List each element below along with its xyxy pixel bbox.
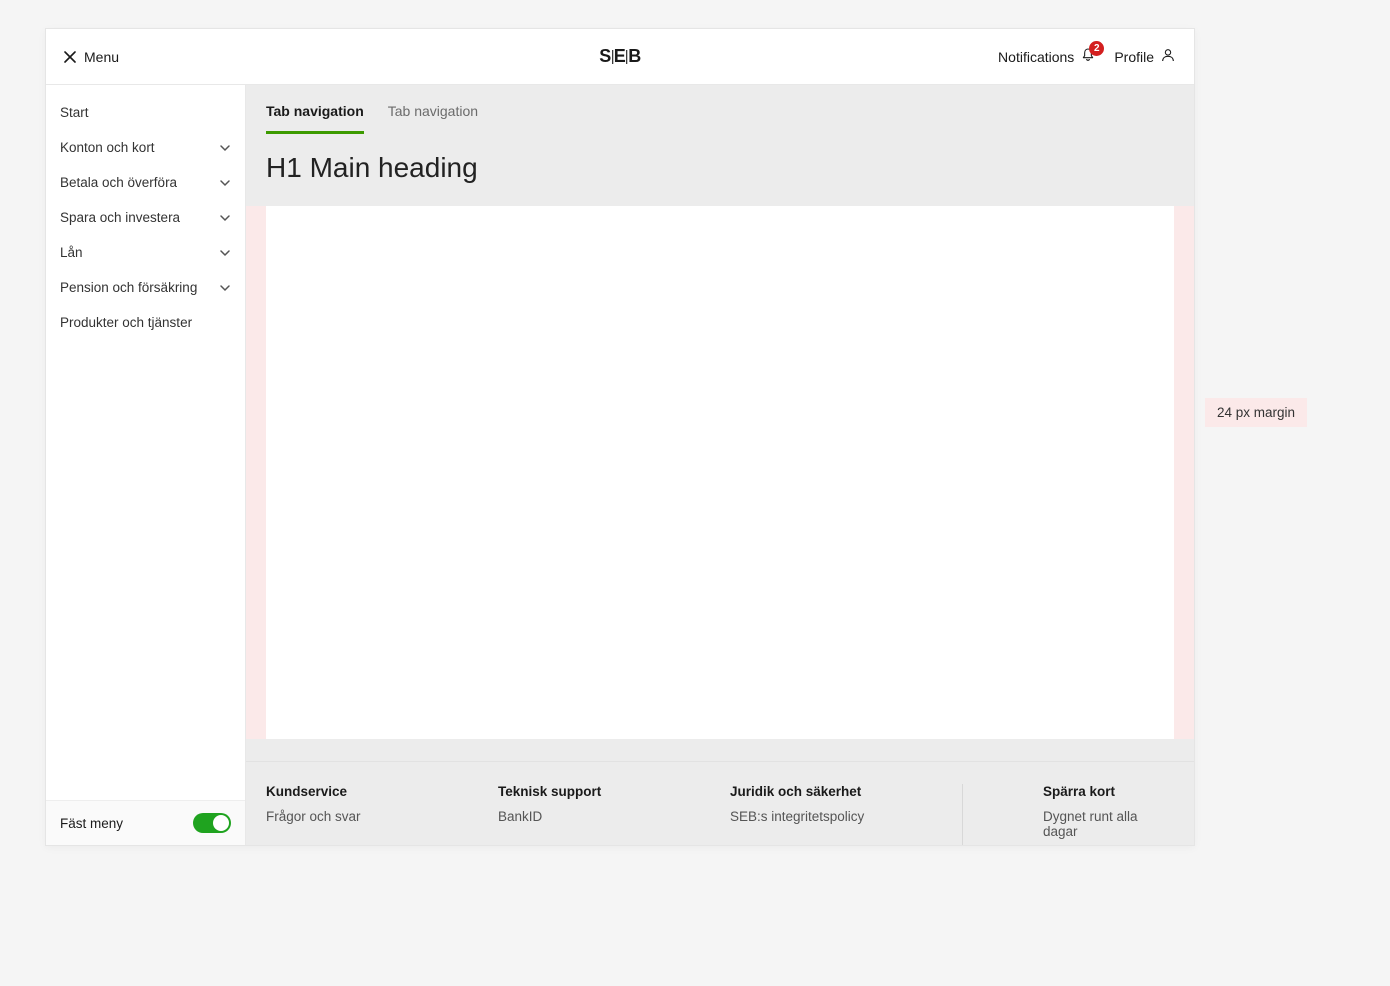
page-title: H1 Main heading — [246, 134, 1194, 206]
brand-logo: SEB — [599, 46, 641, 67]
footer-col-legal: Juridik och säkerhet SEB:s integritetspo… — [730, 784, 942, 845]
footer-heading: Teknisk support — [498, 784, 710, 799]
margin-right-highlight — [1174, 206, 1194, 739]
notifications-button[interactable]: Notifications 2 — [998, 47, 1096, 66]
sidebar-item-label: Spara och investera — [60, 210, 180, 225]
tab-label: Tab navigation — [388, 103, 478, 119]
sidebar-pin-row: Fäst meny — [46, 800, 245, 845]
tab-bar: Tab navigation Tab navigation — [246, 85, 1194, 134]
pin-toggle[interactable] — [193, 813, 231, 833]
sidebar-item-label: Konton och kort — [60, 140, 155, 155]
sidebar-item-start[interactable]: Start — [46, 95, 245, 130]
sidebar-item-pay[interactable]: Betala och överföra — [46, 165, 245, 200]
chevron-down-icon — [219, 177, 231, 189]
user-icon — [1160, 47, 1176, 66]
content-card — [266, 206, 1174, 739]
notifications-label: Notifications — [998, 49, 1074, 65]
footer-heading: Juridik och säkerhet — [730, 784, 942, 799]
tab-1[interactable]: Tab navigation — [266, 103, 364, 134]
footer-link[interactable]: SEB:s integritetspolicy — [730, 809, 942, 824]
sidebar-item-loans[interactable]: Lån — [46, 235, 245, 270]
footer-col-service: Kundservice Frågor och svar — [266, 784, 478, 845]
chevron-down-icon — [219, 247, 231, 259]
sidebar-item-pension[interactable]: Pension och försäkring — [46, 270, 245, 305]
tab-label: Tab navigation — [266, 103, 364, 119]
footer-link[interactable]: BankID — [498, 809, 710, 824]
sidebar-item-label: Betala och överföra — [60, 175, 177, 190]
chevron-down-icon — [219, 212, 231, 224]
notifications-badge: 2 — [1089, 41, 1104, 56]
footer-link[interactable]: Frågor och svar — [266, 809, 478, 824]
chevron-down-icon — [219, 282, 231, 294]
sidebar-item-label: Produkter och tjänster — [60, 315, 192, 330]
main-content: Tab navigation Tab navigation H1 Main he… — [246, 85, 1194, 845]
margin-annotation: 24 px margin — [1205, 398, 1307, 427]
content-wrap — [246, 206, 1194, 761]
footer-link[interactable]: Dygnet runt alla dagar — [1043, 809, 1174, 839]
sidebar-item-label: Start — [60, 105, 89, 120]
sidebar-item-accounts[interactable]: Konton och kort — [46, 130, 245, 165]
footer-col-support: Teknisk support BankID — [498, 784, 710, 845]
app-window: Menu SEB Notifications 2 Profile — [45, 28, 1195, 846]
sidebar-item-label: Pension och försäkring — [60, 280, 197, 295]
sidebar-item-invest[interactable]: Spara och investera — [46, 200, 245, 235]
footer-col-block: Spärra kort Dygnet runt alla dagar — [962, 784, 1174, 845]
chevron-down-icon — [219, 142, 231, 154]
pin-label: Fäst meny — [60, 816, 123, 831]
footer-heading: Spärra kort — [1043, 784, 1174, 799]
sidebar-item-label: Lån — [60, 245, 83, 260]
profile-label: Profile — [1114, 49, 1154, 65]
margin-left-highlight — [246, 206, 266, 739]
sidebar-item-products[interactable]: Produkter och tjänster — [46, 305, 245, 340]
tab-2[interactable]: Tab navigation — [388, 103, 478, 134]
header-bar: Menu SEB Notifications 2 Profile — [46, 29, 1194, 85]
menu-toggle[interactable]: Menu — [64, 49, 119, 65]
footer: Kundservice Frågor och svar Teknisk supp… — [246, 761, 1194, 845]
sidebar: Start Konton och kort Betala och överför… — [46, 85, 246, 845]
footer-heading: Kundservice — [266, 784, 478, 799]
close-icon — [64, 51, 76, 63]
menu-label: Menu — [84, 49, 119, 65]
profile-button[interactable]: Profile — [1114, 47, 1176, 66]
